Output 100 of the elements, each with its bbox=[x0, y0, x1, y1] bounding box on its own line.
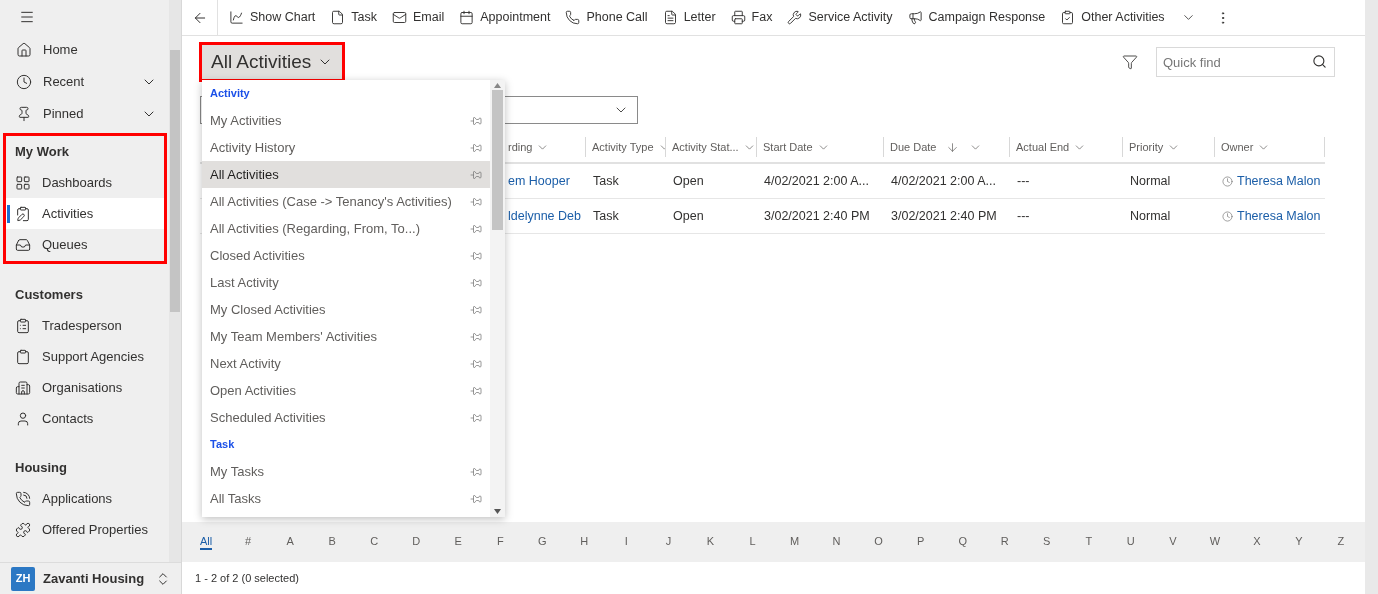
alphabet-filter-item[interactable]: K bbox=[706, 534, 715, 550]
pin-icon[interactable] bbox=[470, 492, 482, 505]
column-header[interactable]: Start Date bbox=[757, 138, 830, 156]
alphabet-filter-item[interactable]: Q bbox=[958, 534, 967, 550]
link[interactable]: Theresa Malon bbox=[1237, 206, 1321, 226]
alphabet-filter-item[interactable]: B bbox=[328, 534, 336, 550]
alphabet-filter-item[interactable]: L bbox=[749, 534, 756, 550]
alphabet-filter-item[interactable]: N bbox=[832, 534, 841, 550]
alphabet-filter-item[interactable]: M bbox=[789, 534, 800, 550]
alphabet-filter-item[interactable]: D bbox=[412, 534, 421, 550]
alphabet-filter-item[interactable]: X bbox=[1253, 534, 1261, 550]
scroll-up-icon[interactable] bbox=[494, 83, 501, 88]
nav-item[interactable]: Activities bbox=[6, 198, 164, 229]
alphabet-filter-item[interactable]: A bbox=[286, 534, 294, 550]
pin-icon[interactable] bbox=[470, 384, 482, 397]
column-header[interactable]: Activity Type bbox=[586, 138, 665, 156]
column-header[interactable]: Actual End bbox=[1010, 138, 1087, 156]
menu-item[interactable]: Scheduled Activities bbox=[202, 404, 490, 431]
menu-item[interactable]: Last Activity bbox=[202, 269, 490, 296]
scroll-thumb[interactable] bbox=[492, 90, 503, 230]
toolbar-button[interactable]: Letter bbox=[662, 8, 716, 27]
menu-item[interactable]: All Activities (Regarding, From, To...) bbox=[202, 215, 490, 242]
nav-item[interactable]: Pinned bbox=[4, 98, 169, 130]
alphabet-filter-item[interactable]: J bbox=[665, 534, 672, 550]
column-header[interactable]: Activity Stat... bbox=[666, 138, 756, 156]
alphabet-filter-item[interactable]: C bbox=[370, 534, 379, 550]
scrollbar[interactable] bbox=[490, 80, 505, 517]
menu-item[interactable]: All Activities (Case -> Tenancy's Activities) bbox=[202, 188, 490, 215]
alphabet-filter-item[interactable]: G bbox=[538, 534, 547, 550]
column-header[interactable]: Priority bbox=[1123, 138, 1181, 156]
pin-icon[interactable] bbox=[470, 195, 482, 208]
alphabet-filter-item[interactable]: S bbox=[1043, 534, 1051, 550]
menu-item[interactable]: Open Activities bbox=[202, 377, 490, 404]
pin-icon[interactable] bbox=[470, 276, 482, 289]
pin-icon[interactable] bbox=[470, 330, 482, 343]
nav-item[interactable]: Organisations bbox=[6, 372, 164, 403]
pin-icon[interactable] bbox=[470, 465, 482, 478]
toolbar-button[interactable]: Service Activity bbox=[787, 8, 893, 27]
nav-item[interactable]: Queues bbox=[6, 229, 164, 260]
pin-icon[interactable] bbox=[470, 222, 482, 235]
alphabet-filter-item[interactable]: # bbox=[245, 534, 252, 550]
alphabet-filter-item[interactable]: I bbox=[624, 534, 628, 550]
alphabet-filter-item[interactable]: Y bbox=[1295, 534, 1303, 550]
alphabet-filter-item[interactable]: E bbox=[454, 534, 462, 550]
menu-item[interactable]: Next Activity bbox=[202, 350, 490, 377]
link[interactable]: ldelynne Deb bbox=[508, 208, 581, 223]
menu-item[interactable]: Closed Activities bbox=[202, 242, 490, 269]
alphabet-filter-item[interactable]: F bbox=[496, 534, 504, 550]
pin-icon[interactable] bbox=[470, 168, 482, 181]
toolbar-button[interactable]: Show Chart bbox=[229, 8, 316, 27]
scroll-thumb[interactable] bbox=[170, 50, 180, 312]
toolbar-button[interactable]: Task bbox=[330, 8, 377, 27]
toolbar-button[interactable]: Appointment bbox=[459, 8, 551, 27]
column-header[interactable]: Owner bbox=[1215, 138, 1271, 156]
link[interactable]: Theresa Malon bbox=[1237, 171, 1321, 191]
column-header[interactable]: rding bbox=[506, 138, 550, 156]
search-icon[interactable] bbox=[1312, 54, 1327, 69]
alphabet-filter-item[interactable]: V bbox=[1169, 534, 1177, 550]
pin-icon[interactable] bbox=[470, 357, 482, 370]
view-selector[interactable]: All Activities bbox=[199, 42, 346, 82]
toolbar-button[interactable]: Phone Call bbox=[565, 8, 648, 27]
menu-item[interactable]: My Activities bbox=[202, 107, 490, 134]
toolbar-button[interactable]: Campaign Response bbox=[907, 8, 1046, 27]
menu-item[interactable]: My Closed Activities bbox=[202, 296, 490, 323]
alphabet-filter-item[interactable]: R bbox=[1000, 534, 1009, 550]
alphabet-filter-item[interactable]: W bbox=[1209, 534, 1221, 550]
nav-item[interactable]: Support Agencies bbox=[6, 341, 164, 372]
nav-item[interactable]: Applications bbox=[6, 483, 164, 514]
nav-item[interactable]: Contacts bbox=[6, 403, 164, 434]
nav-item[interactable]: Home bbox=[4, 34, 169, 66]
alphabet-filter-item[interactable]: U bbox=[1126, 534, 1135, 550]
column-header[interactable]: Due Date bbox=[884, 138, 983, 156]
alphabet-filter-item[interactable]: Z bbox=[1337, 534, 1345, 550]
menu-item[interactable]: Activity History bbox=[202, 134, 490, 161]
alphabet-filter-item[interactable]: H bbox=[580, 534, 589, 550]
nav-item[interactable]: Dashboards bbox=[6, 167, 164, 198]
menu-item[interactable]: All Tasks bbox=[202, 485, 490, 512]
pin-icon[interactable] bbox=[470, 114, 482, 127]
menu-item[interactable]: My Team Members' Activities bbox=[202, 323, 490, 350]
scrollbar[interactable] bbox=[169, 0, 181, 562]
alphabet-filter-item[interactable]: All bbox=[199, 534, 213, 550]
pin-icon[interactable] bbox=[470, 141, 482, 154]
toolbar-button[interactable]: Fax bbox=[730, 8, 773, 27]
toolbar-button[interactable]: Other Activities bbox=[1060, 8, 1196, 27]
link[interactable]: em Hooper bbox=[508, 173, 570, 188]
pin-icon[interactable] bbox=[470, 303, 482, 316]
menu-item[interactable]: All Activities bbox=[202, 161, 490, 188]
filter-icon[interactable] bbox=[1122, 54, 1138, 70]
pin-icon[interactable] bbox=[470, 411, 482, 424]
alphabet-filter-item[interactable]: O bbox=[874, 534, 883, 550]
alphabet-filter-item[interactable]: T bbox=[1085, 534, 1093, 550]
nav-item[interactable]: Tradesperson bbox=[6, 310, 164, 341]
alphabet-filter-item[interactable]: P bbox=[916, 534, 925, 550]
pin-icon[interactable] bbox=[470, 249, 482, 262]
search-field[interactable]: Quick find bbox=[1156, 47, 1335, 77]
nav-item[interactable]: Offered Properties bbox=[6, 514, 164, 545]
menu-item[interactable]: My Tasks bbox=[202, 458, 490, 485]
scroll-down-icon[interactable] bbox=[494, 509, 501, 514]
toolbar-button[interactable]: Email bbox=[392, 8, 445, 27]
nav-item[interactable]: Recent bbox=[4, 66, 169, 98]
